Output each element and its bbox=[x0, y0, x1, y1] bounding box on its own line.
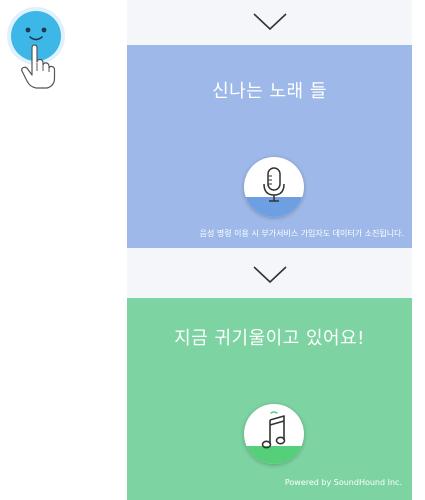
microphone-icon bbox=[263, 167, 285, 202]
powered-by-text: Powered by SoundHound Inc. bbox=[284, 478, 402, 487]
listening-prompt-panel: 신나는 노래 들 음성 명령 이용 시 부가서비스 가입자도 데이터가 소진됩니… bbox=[127, 45, 412, 248]
tap-finger-icon bbox=[18, 44, 58, 90]
recognizing-panel: 지금 귀기울이고 있어요! Powered by SoundHound Inc. bbox=[127, 298, 412, 500]
step-divider-top bbox=[127, 0, 412, 45]
music-note-icon bbox=[261, 411, 286, 449]
microphone-button[interactable] bbox=[244, 157, 304, 217]
music-recognition-button[interactable] bbox=[244, 404, 304, 464]
chevron-down-icon bbox=[253, 13, 287, 31]
panel-title: 지금 귀기울이고 있어요! bbox=[174, 328, 365, 349]
data-usage-notice: 음성 명령 이용 시 부가서비스 가입자도 데이터가 소진됩니다. bbox=[199, 229, 404, 238]
chevron-down-icon bbox=[253, 266, 287, 284]
flow-column: 신나는 노래 들 음성 명령 이용 시 부가서비스 가입자도 데이터가 소진됩니… bbox=[127, 0, 412, 500]
panel-title: 신나는 노래 들 bbox=[212, 81, 327, 102]
voice-search-flow: 신나는 노래 들 음성 명령 이용 시 부가서비스 가입자도 데이터가 소진됩니… bbox=[0, 0, 425, 500]
step-divider-middle bbox=[127, 248, 412, 298]
